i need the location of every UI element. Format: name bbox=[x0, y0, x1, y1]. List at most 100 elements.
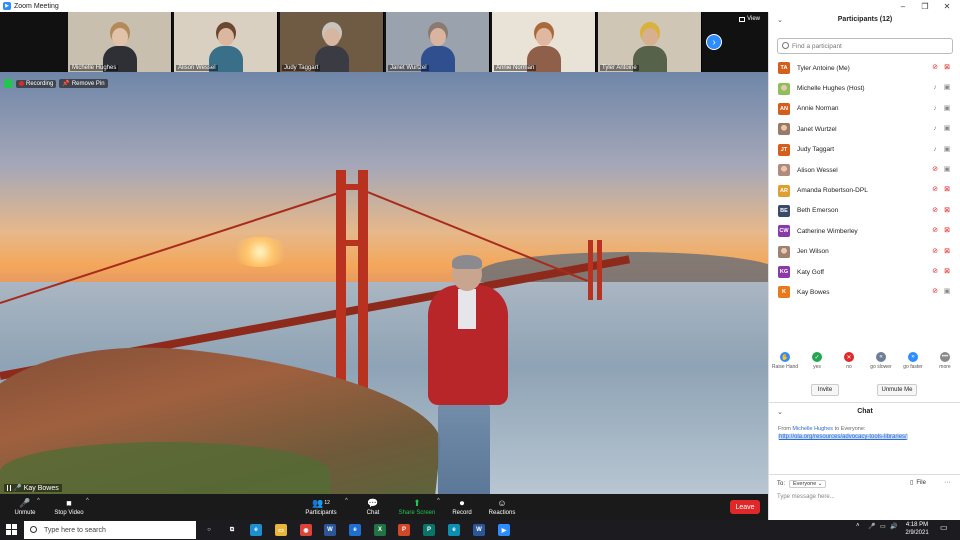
participant-thumbnail[interactable]: Annie Norman bbox=[492, 12, 596, 72]
mic-icon: ♪ bbox=[933, 84, 937, 92]
file-button[interactable]: ▯ File bbox=[910, 479, 926, 487]
participant-row[interactable]: Jen Wilson ⊘ ⊠ bbox=[769, 242, 960, 262]
leave-button[interactable]: Leave bbox=[730, 500, 760, 514]
tray-chevron-icon[interactable]: ˄ bbox=[856, 523, 860, 529]
feedback-go-slower-button[interactable]: « go slower bbox=[865, 352, 897, 378]
recording-label: Recording bbox=[26, 80, 54, 87]
thumbnail-head bbox=[641, 28, 658, 46]
participant-row[interactable]: AN Annie Norman ♪ ▣ bbox=[769, 99, 960, 119]
participant-thumbnail[interactable]: Judy Taggart bbox=[280, 12, 384, 72]
feedback-label: Raise Hand bbox=[771, 364, 799, 370]
participant-row[interactable]: KG Katy Goff ⊘ ⊠ bbox=[769, 262, 960, 282]
video-stage: Michelle Hughes Alison Wessel Judy Taggart… bbox=[0, 12, 768, 494]
feedback-label: go faster bbox=[903, 364, 923, 370]
participant-thumbnail[interactable]: Alison Wessel bbox=[174, 12, 278, 72]
participant-row[interactable]: BE Beth Emerson ⊘ ⊠ bbox=[769, 201, 960, 221]
participant-name: Michelle Hughes (Host) bbox=[797, 85, 865, 93]
recording-pill[interactable]: Recording bbox=[16, 79, 57, 88]
file-explorer-icon[interactable]: ▭ bbox=[275, 524, 287, 536]
speaker-name-tag: 🎤 Kay Bowes bbox=[4, 484, 62, 492]
participant-row[interactable]: Michelle Hughes (Host) ♪ ▣ bbox=[769, 78, 960, 98]
system-clock[interactable]: 4:18 PM 2/9/2021 bbox=[900, 521, 934, 537]
view-button[interactable]: View bbox=[739, 16, 760, 22]
thumbnail-head bbox=[111, 28, 128, 46]
share-screen-button[interactable]: ⬆ Share Screen bbox=[392, 496, 442, 518]
shield-icon[interactable] bbox=[4, 79, 13, 88]
collapse-participants-icon[interactable]: ⌄ bbox=[777, 16, 783, 24]
file-label: File bbox=[916, 479, 926, 486]
avatar: CW bbox=[778, 225, 790, 238]
feedback-yes-button[interactable]: ✓ yes bbox=[801, 352, 833, 378]
participant-row[interactable]: K Kay Bowes ⊘ ▣ bbox=[769, 282, 960, 302]
zoom-icon[interactable]: ▶ bbox=[498, 524, 510, 536]
edge-2-icon[interactable]: e bbox=[448, 524, 460, 536]
participant-row[interactable]: TA Tyler Antoine (Me) ⊘ ⊠ bbox=[769, 58, 960, 78]
participant-row[interactable]: CW Catherine Wimberley ⊘ ⊠ bbox=[769, 221, 960, 241]
thumbnail-name: Michelle Hughes bbox=[70, 65, 119, 71]
chat-recipient-select[interactable]: Everyone ⌄ bbox=[789, 480, 827, 488]
reactions-button[interactable]: ☺ Reactions bbox=[477, 496, 527, 518]
mic-off-icon: ⊘ bbox=[932, 186, 938, 194]
chrome-icon[interactable]: ◉ bbox=[300, 524, 312, 536]
video-off-icon: ⊠ bbox=[944, 247, 950, 255]
participant-thumbnail[interactable]: Michelle Hughes bbox=[68, 12, 172, 72]
avatar: TA bbox=[778, 62, 790, 75]
network-icon[interactable]: ▭ bbox=[880, 523, 886, 530]
participant-thumbnail[interactable]: Tyler Antoine bbox=[598, 12, 702, 72]
feedback-raise-hand-button[interactable]: ✋ Raise Hand bbox=[769, 352, 801, 378]
participant-row[interactable]: Alison Wessel ⊘ ▣ bbox=[769, 160, 960, 180]
chat-message-link[interactable]: http://ola.org/resources/advocacy-tools-… bbox=[778, 434, 908, 440]
edge-icon[interactable]: e bbox=[250, 524, 262, 536]
participant-thumbnail[interactable]: Janet Wurtzel bbox=[386, 12, 490, 72]
ie-icon[interactable]: e bbox=[349, 524, 361, 536]
unmute-me-button[interactable]: Unmute Me bbox=[877, 384, 917, 396]
participants-button[interactable]: 👥 12 Participants bbox=[296, 496, 346, 518]
cortana-icon[interactable]: ○ bbox=[203, 524, 215, 536]
task-view-icon[interactable]: ⧉ bbox=[226, 524, 238, 536]
participants-title: Participants (12) bbox=[837, 16, 893, 23]
avatar: AR bbox=[778, 184, 790, 197]
word-2-icon[interactable]: W bbox=[473, 524, 485, 536]
mic-icon: ♪ bbox=[933, 125, 937, 133]
participant-search-input[interactable]: Find a participant bbox=[777, 38, 953, 54]
unmute-label: Unmute bbox=[14, 510, 36, 516]
to-label: To: bbox=[777, 481, 786, 487]
video-options-caret[interactable]: ^ bbox=[86, 498, 89, 504]
avatar bbox=[778, 164, 790, 177]
share-screen-label: Share Screen bbox=[398, 510, 436, 516]
chat-more-button[interactable]: ··· bbox=[944, 479, 951, 486]
video-off-icon: ⊠ bbox=[944, 267, 950, 275]
powerpoint-icon[interactable]: P bbox=[398, 524, 410, 536]
next-page-button[interactable]: › bbox=[706, 34, 722, 50]
chat-message-input[interactable]: Type message here... bbox=[777, 494, 953, 506]
close-button[interactable]: ✕ bbox=[937, 0, 957, 12]
participant-row[interactable]: JT Judy Taggart ♪ ▣ bbox=[769, 140, 960, 160]
invite-button[interactable]: Invite bbox=[811, 384, 839, 396]
collapse-chat-icon[interactable]: ⌄ bbox=[777, 408, 783, 416]
participant-row[interactable]: Janet Wurtzel ♪ ▣ bbox=[769, 119, 960, 139]
remove-pin-label: Remove Pin bbox=[71, 80, 105, 87]
publisher-icon[interactable]: P bbox=[423, 524, 435, 536]
mic-off-icon: ⊘ bbox=[932, 247, 938, 255]
participant-status: ⊘ ⊠ bbox=[932, 206, 951, 215]
maximize-button[interactable]: ❐ bbox=[915, 0, 935, 12]
participant-row[interactable]: AR Amanda Robertson-DPL ⊘ ⊠ bbox=[769, 180, 960, 200]
participant-name: Alison Wessel bbox=[797, 166, 838, 174]
minimize-button[interactable]: – bbox=[893, 0, 913, 12]
divider bbox=[769, 474, 960, 475]
unmute-button[interactable]: 🎤 Unmute bbox=[0, 496, 50, 518]
windows-start-icon[interactable] bbox=[6, 524, 17, 535]
audio-options-caret[interactable]: ^ bbox=[37, 498, 40, 504]
tray-mic-icon[interactable]: 🎤 bbox=[868, 523, 875, 530]
excel-icon[interactable]: X bbox=[374, 524, 386, 536]
feedback-go-faster-button[interactable]: » go faster bbox=[897, 352, 929, 378]
volume-icon[interactable]: 🔊 bbox=[890, 523, 897, 530]
feedback-more-button[interactable]: ••• more bbox=[929, 352, 960, 378]
word-icon[interactable]: W bbox=[324, 524, 336, 536]
feedback-no-button[interactable]: ✕ no bbox=[833, 352, 865, 378]
notifications-icon[interactable]: ▭ bbox=[940, 523, 948, 532]
meeting-toolbar: 🎤 Unmute ^ ■ Stop Video ^ 👥 12 Participan… bbox=[0, 494, 768, 520]
taskbar-search-input[interactable]: Type here to search bbox=[24, 521, 196, 539]
remove-pin-button[interactable]: 📌 Remove Pin bbox=[59, 79, 108, 88]
chat-button[interactable]: 💬 Chat bbox=[348, 496, 398, 518]
